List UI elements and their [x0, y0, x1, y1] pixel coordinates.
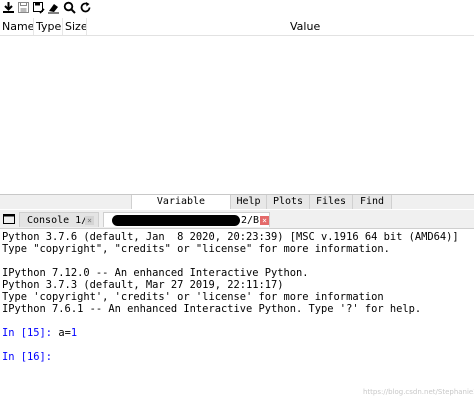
console-tab-1-label: Console 1/A: [27, 215, 94, 226]
input-line-16: In [16]:: [2, 351, 52, 363]
tab-help[interactable]: Help: [230, 195, 267, 209]
close-icon[interactable]: ×: [260, 216, 269, 225]
console-line: IPython 7.12.0 -- An enhanced Interactiv…: [2, 267, 309, 279]
console-tab-1[interactable]: Console 1/A ×: [19, 212, 99, 227]
input-line-15: In [15]: a=1: [2, 327, 77, 339]
column-separator: [33, 18, 34, 35]
variable-explorer-header: Name Type Size Value: [0, 18, 474, 36]
tab-variable-explorer[interactable]: Variable explorer: [131, 195, 231, 221]
console-tab-2-label: 2/B: [241, 215, 260, 226]
tab-find[interactable]: Find: [352, 195, 392, 209]
download-icon[interactable]: [2, 1, 15, 14]
column-separator: [86, 18, 87, 35]
console-tab-2[interactable]: 2/B ×: [103, 212, 270, 227]
console-line: Python 3.7.6 (default, Jan 8 2020, 20:23…: [2, 231, 459, 243]
watermark: https://blog.csdn.net/Stephanie2014: [363, 388, 474, 396]
console-line: Type "copyright", "credits" or "license"…: [2, 243, 390, 255]
ipython-console[interactable]: Python 3.7.6 (default, Jan 8 2020, 20:23…: [0, 229, 474, 401]
redaction-mark: [112, 215, 240, 226]
save-as-icon[interactable]: [32, 1, 45, 14]
tab-plots[interactable]: Plots: [266, 195, 310, 209]
console-tab-bar: Console 1/A × 2/B ×: [0, 210, 474, 229]
console-line: Type 'copyright', 'credits' or 'license'…: [2, 291, 384, 303]
console-line: IPython 7.6.1 -- An enhanced Interactive…: [2, 303, 422, 315]
refresh-icon[interactable]: [79, 1, 92, 14]
eraser-icon[interactable]: [47, 1, 60, 14]
close-icon[interactable]: ×: [85, 216, 94, 225]
input-prompt: In [15]:: [2, 327, 53, 339]
variable-explorer-toolbar: [0, 0, 474, 16]
column-header-name[interactable]: Name: [2, 20, 34, 33]
column-header-type[interactable]: Type: [36, 20, 61, 33]
tab-files[interactable]: Files: [309, 195, 353, 209]
code-number: 1: [70, 327, 78, 339]
console-line: Python 3.7.3 (default, Mar 27 2019, 22:1…: [2, 279, 284, 291]
search-icon[interactable]: [63, 1, 76, 14]
save-icon[interactable]: [17, 1, 30, 14]
pane-tab-bar: Variable explorer Help Plots Files Find: [0, 194, 474, 221]
column-header-value[interactable]: Value: [290, 20, 320, 33]
column-header-size[interactable]: Size: [65, 20, 88, 33]
variable-explorer-table[interactable]: [0, 36, 474, 194]
column-separator: [62, 18, 63, 35]
input-prompt: In [16]:: [2, 351, 53, 363]
console-options-icon[interactable]: [3, 214, 15, 224]
